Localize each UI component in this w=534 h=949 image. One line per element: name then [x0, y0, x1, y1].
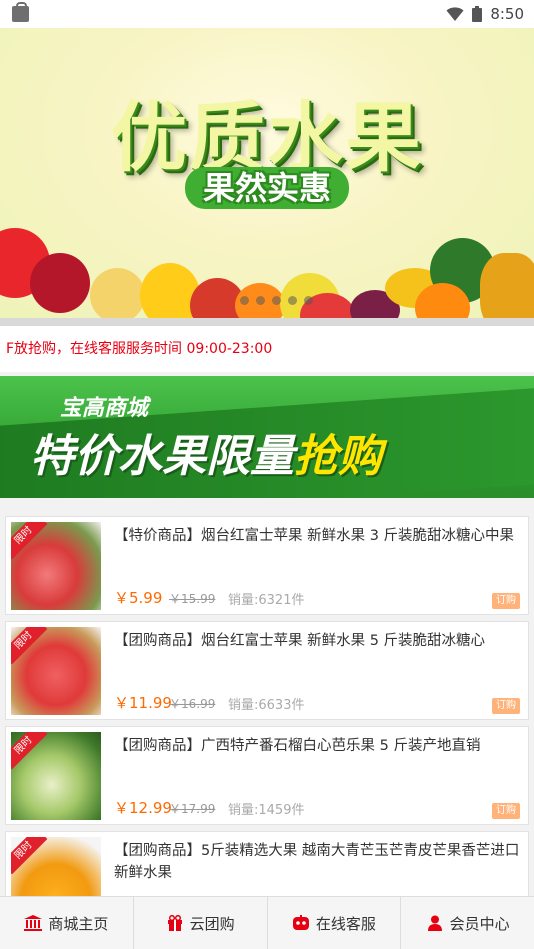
- product-title: 【团购商品】广西特产番石榴白心芭乐果 5 斤装产地直销: [114, 738, 481, 754]
- status-right: 8:50: [446, 5, 524, 23]
- status-bar: 8:50: [0, 0, 534, 28]
- bottom-tabbar: 商城主页 云团购 在线客服 会员中心: [0, 896, 534, 949]
- carousel-dot[interactable]: [272, 296, 281, 305]
- product-price: ￥5.99: [114, 589, 163, 607]
- promo-banner[interactable]: 宝高商城 特价水果限量抢购: [0, 376, 534, 498]
- product-card[interactable]: 限时 【特价商品】烟台红富士苹果 新鲜水果 3 斤装脆甜冰糖心中果 ￥5.99 …: [5, 516, 529, 615]
- limited-tag: 限时: [11, 732, 48, 770]
- product-sales: 销量:6633件: [228, 698, 305, 713]
- shopping-bag-icon: [12, 2, 29, 22]
- fruit-illustration: [90, 268, 145, 318]
- status-time: 8:50: [490, 5, 524, 23]
- tab-group-buy-label: 云团购: [189, 914, 235, 933]
- gift-icon: [167, 915, 182, 931]
- tab-service-label: 在线客服: [315, 914, 376, 933]
- product-old-price: ￥17.99: [169, 802, 216, 816]
- order-button[interactable]: 订购: [492, 803, 520, 819]
- carousel-dots[interactable]: [240, 296, 313, 305]
- product-price: ￥12.99: [114, 799, 172, 817]
- limited-tag: 限时: [11, 627, 48, 665]
- limited-tag: 限时: [11, 522, 48, 560]
- limited-tag: 限时: [11, 837, 48, 875]
- carousel-dot[interactable]: [304, 296, 313, 305]
- fruit-illustration: [30, 253, 90, 313]
- notice-marquee: F放抢购，在线客服服务时间 09:00-23:00: [0, 326, 534, 372]
- promo-shop-name: 宝高商城: [60, 396, 149, 421]
- promo-headline-text: 特价水果限量: [30, 431, 294, 482]
- carousel-dot[interactable]: [256, 296, 265, 305]
- product-image: 限时: [11, 732, 101, 820]
- promo-headline-highlight: 抢购: [294, 431, 382, 482]
- tab-member[interactable]: 会员中心: [401, 897, 534, 949]
- tab-home[interactable]: 商城主页: [0, 897, 134, 949]
- product-title: 【团购商品】烟台红富士苹果 新鲜水果 5 斤装脆甜冰糖心: [114, 633, 486, 649]
- banner-subtitle: 果然实惠: [0, 163, 534, 209]
- battery-icon: [472, 6, 483, 22]
- product-title: 【团购商品】5斤装精选大果 越南大青芒玉芒青皮芒果香芒进口新鲜水果: [114, 843, 520, 881]
- carousel-dot[interactable]: [288, 296, 297, 305]
- product-sales: 销量:6321件: [228, 593, 305, 608]
- user-icon: [427, 915, 442, 931]
- hero-banner[interactable]: 优质水果 果然实惠: [0, 28, 534, 318]
- product-price: ￥11.99: [114, 694, 172, 712]
- product-title: 【特价商品】烟台红富士苹果 新鲜水果 3 斤装脆甜冰糖心中果: [114, 528, 515, 544]
- wifi-icon: [446, 7, 464, 21]
- product-sales: 销量:1459件: [228, 803, 305, 818]
- tab-service[interactable]: 在线客服: [268, 897, 402, 949]
- product-old-price: ￥15.99: [169, 592, 216, 606]
- carousel-dot[interactable]: [240, 296, 249, 305]
- promo-headline: 特价水果限量抢购: [30, 420, 382, 484]
- product-card[interactable]: 限时 【团购商品】烟台红富士苹果 新鲜水果 5 斤装脆甜冰糖心 ￥11.99 ￥…: [5, 621, 529, 720]
- product-card[interactable]: 限时 【团购商品】广西特产番石榴白心芭乐果 5 斤装产地直销 ￥12.99 ￥1…: [5, 726, 529, 825]
- product-image: 限时: [11, 522, 101, 610]
- tab-member-label: 会员中心: [449, 914, 510, 933]
- tab-group-buy[interactable]: 云团购: [134, 897, 268, 949]
- product-old-price: ￥16.99: [169, 697, 216, 711]
- order-button[interactable]: 订购: [492, 698, 520, 714]
- banner-subtitle-text: 果然实惠: [184, 167, 349, 209]
- tab-home-label: 商城主页: [48, 914, 109, 933]
- bank-icon: [24, 915, 43, 931]
- fruit-illustration: [480, 253, 534, 318]
- product-image: 限时: [11, 627, 101, 715]
- banner-divider: [0, 318, 534, 326]
- order-button[interactable]: 订购: [492, 593, 520, 609]
- service-icon: [292, 915, 309, 930]
